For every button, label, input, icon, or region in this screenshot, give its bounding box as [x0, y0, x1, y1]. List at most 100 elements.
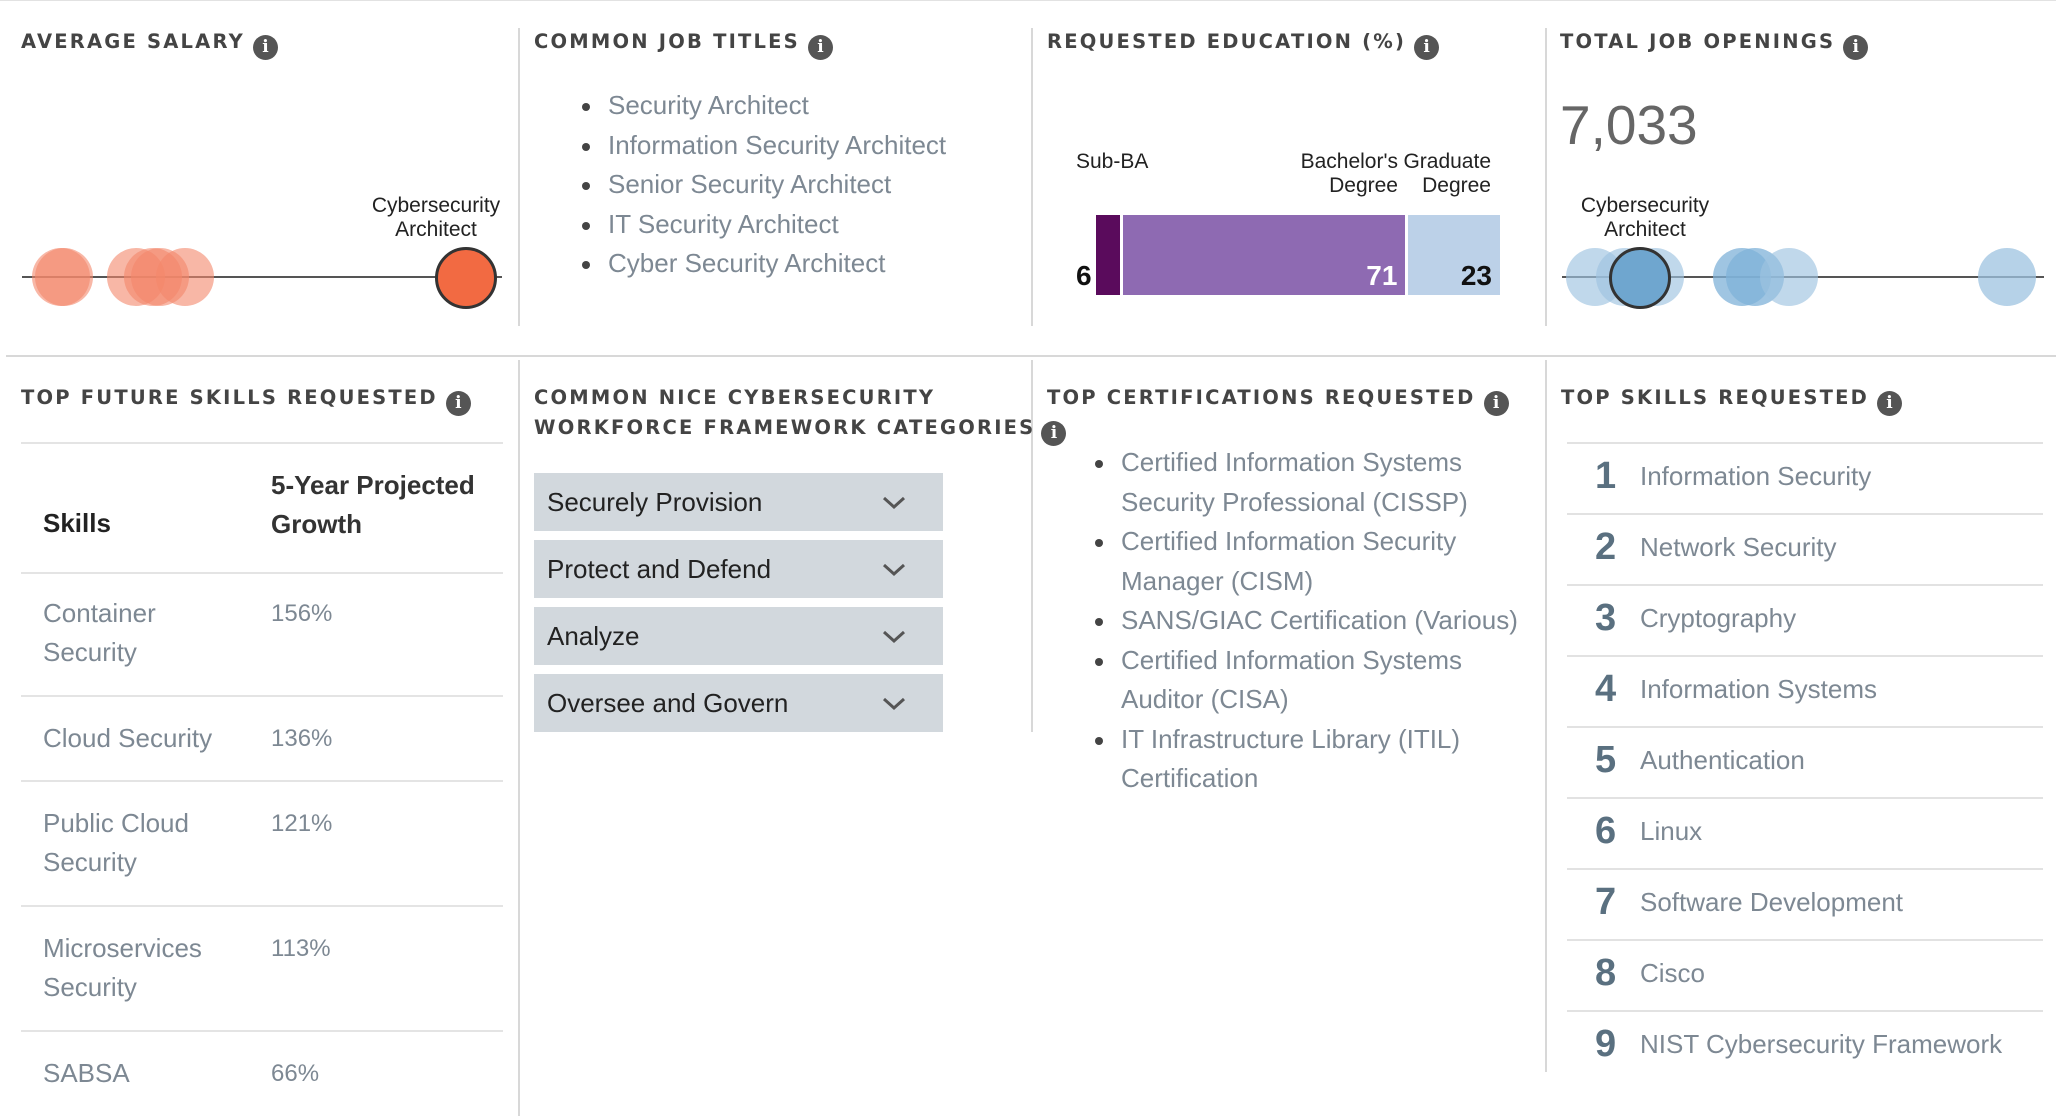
- edu-label-sub-ba: Sub-BA: [1076, 150, 1149, 173]
- top-skills-title: TOP SKILLS REQUESTED i: [1561, 383, 1902, 416]
- row-divider: [6, 355, 2056, 357]
- accordion-securely-provision[interactable]: Securely Provision: [534, 473, 943, 531]
- skill-name: Cryptography: [1640, 603, 1797, 633]
- openings-bubble[interactable]: [1978, 248, 2036, 306]
- list-item: 8 Cisco: [1567, 939, 2043, 1011]
- table-row: Cloud Security 136%: [21, 697, 503, 782]
- openings-bubble-highlight[interactable]: [1609, 247, 1671, 309]
- chevron-down-icon: [882, 630, 906, 644]
- salary-strip-axis: [22, 276, 502, 278]
- skill-name: SABSA: [43, 1058, 130, 1088]
- skill-rank: 5: [1595, 739, 1617, 781]
- skill-name: Network Security: [1640, 532, 1837, 562]
- list-item: Certified Information Systems Auditor (CI…: [1091, 641, 1518, 720]
- info-icon[interactable]: i: [1483, 391, 1509, 416]
- skill-name: Authentication: [1640, 745, 1805, 775]
- info-icon[interactable]: i: [445, 391, 471, 416]
- skill-name: Information Security: [1640, 461, 1872, 491]
- top-border: [0, 0, 2056, 1]
- info-icon[interactable]: i: [252, 35, 278, 60]
- chevron-down-icon: [882, 697, 906, 711]
- salary-highlight-label: Cybersecurity Architect: [371, 194, 501, 241]
- skill-growth: 113%: [271, 935, 331, 962]
- info-icon[interactable]: i: [1414, 35, 1440, 60]
- list-item: 7 Software Development: [1567, 868, 2043, 940]
- list-item: Certified Information Systems Security Pr…: [1091, 443, 1518, 522]
- skill-growth: 121%: [271, 810, 333, 837]
- average-salary-title: AVERAGE SALARY i: [21, 27, 278, 60]
- education-title: REQUESTED EDUCATION (%) i: [1047, 27, 1440, 60]
- info-icon[interactable]: i: [1843, 35, 1869, 60]
- skill-rank: 2: [1595, 526, 1617, 568]
- accordion-protect-and-defend[interactable]: Protect and Defend: [534, 540, 943, 598]
- divider: [1545, 28, 1547, 326]
- skill-growth: 66%: [271, 1060, 320, 1087]
- edu-value-label: 6: [1076, 260, 1092, 291]
- info-icon[interactable]: i: [1876, 391, 1902, 416]
- skill-growth: 156%: [271, 600, 333, 627]
- salary-bubble[interactable]: [35, 248, 93, 306]
- chevron-down-icon: [882, 496, 906, 510]
- column-header-growth: 5-Year Projected Growth: [271, 470, 475, 539]
- table-row: Container Security 156%: [21, 572, 503, 697]
- job-titles-list: Security Architect Information Security …: [578, 86, 946, 284]
- edu-label-bachelors: Bachelor's Degree: [1300, 150, 1398, 197]
- info-icon[interactable]: i: [1041, 421, 1067, 446]
- list-item: 5 Authentication: [1567, 726, 2043, 798]
- openings-bubble[interactable]: [1760, 248, 1818, 306]
- skill-name: Linux: [1640, 816, 1703, 846]
- dashboard: AVERAGE SALARY i Cybersecurity Architect …: [0, 0, 2056, 1116]
- list-item: Security Architect: [578, 86, 946, 126]
- skill-name: NIST Cybersecurity Framework: [1640, 1029, 2003, 1059]
- list-item: Cyber Security Architect: [578, 244, 946, 284]
- skill-name: Microservices Security: [43, 933, 202, 1002]
- skill-name: Cisco: [1640, 958, 1706, 988]
- skill-rank: 6: [1595, 810, 1617, 852]
- column-header-skills: Skills: [43, 508, 111, 538]
- accordion-oversee-and-govern[interactable]: Oversee and Govern: [534, 674, 943, 732]
- skill-growth: 136%: [271, 725, 333, 752]
- nice-title: COMMON NICE CYBERSECURITY WORKFORCE FRAM…: [534, 383, 1067, 446]
- certifications-title: TOP CERTIFICATIONS REQUESTED i: [1047, 383, 1509, 416]
- edu-value-label: 23: [1460, 260, 1492, 291]
- table-row: Public Cloud Security 121%: [21, 782, 503, 907]
- skill-name: Container Security: [43, 598, 156, 667]
- list-item: 3 Cryptography: [1567, 584, 2043, 656]
- divider: [1031, 28, 1033, 326]
- chevron-down-icon: [882, 563, 906, 577]
- table-row: Microservices Security 113%: [21, 907, 503, 1032]
- job-openings-value: 7,033: [1560, 94, 1698, 156]
- list-item: 2 Network Security: [1567, 513, 2043, 585]
- skill-rank: 7: [1595, 881, 1617, 923]
- list-item: IT Infrastructure Library (ITIL) Certific…: [1091, 720, 1518, 799]
- skill-rank: 9: [1595, 1023, 1617, 1065]
- skill-rank: 1: [1595, 455, 1617, 497]
- list-item: 1 Information Security: [1567, 442, 2043, 514]
- openings-highlight-label: Cybersecurity Architect: [1580, 194, 1710, 241]
- info-icon[interactable]: i: [807, 35, 833, 60]
- divider: [518, 28, 520, 326]
- skill-name: Software Development: [1640, 887, 1904, 917]
- list-item: 4 Information Systems: [1567, 655, 2043, 727]
- list-item: 6 Linux: [1567, 797, 2043, 869]
- certifications-list: Certified Information Systems Security Pr…: [1091, 443, 1518, 799]
- salary-bubble-highlight[interactable]: [435, 247, 497, 309]
- skill-name: Public Cloud Security: [43, 808, 189, 877]
- list-item: Information Security Architect: [578, 126, 946, 166]
- divider: [1545, 360, 1547, 1072]
- table-header: Skills 5-Year Projected Growth: [21, 442, 503, 574]
- skill-rank: 3: [1595, 597, 1617, 639]
- accordion-analyze[interactable]: Analyze: [534, 607, 943, 665]
- salary-bubble[interactable]: [156, 248, 214, 306]
- list-item: Senior Security Architect: [578, 165, 946, 205]
- list-item: Certified Information Security Manager (C…: [1091, 522, 1518, 601]
- list-item: SANS/GIAC Certification (Various): [1091, 601, 1518, 641]
- table-row: SABSA 66%: [21, 1032, 503, 1115]
- divider: [518, 360, 520, 1116]
- edu-bar-segment[interactable]: [1096, 215, 1120, 295]
- skill-rank: 4: [1595, 668, 1617, 710]
- skill-name: Cloud Security: [43, 723, 213, 753]
- skill-name: Information Systems: [1640, 674, 1877, 704]
- list-item: IT Security Architect: [578, 205, 946, 245]
- list-item: 9 NIST Cybersecurity Framework: [1567, 1010, 2043, 1082]
